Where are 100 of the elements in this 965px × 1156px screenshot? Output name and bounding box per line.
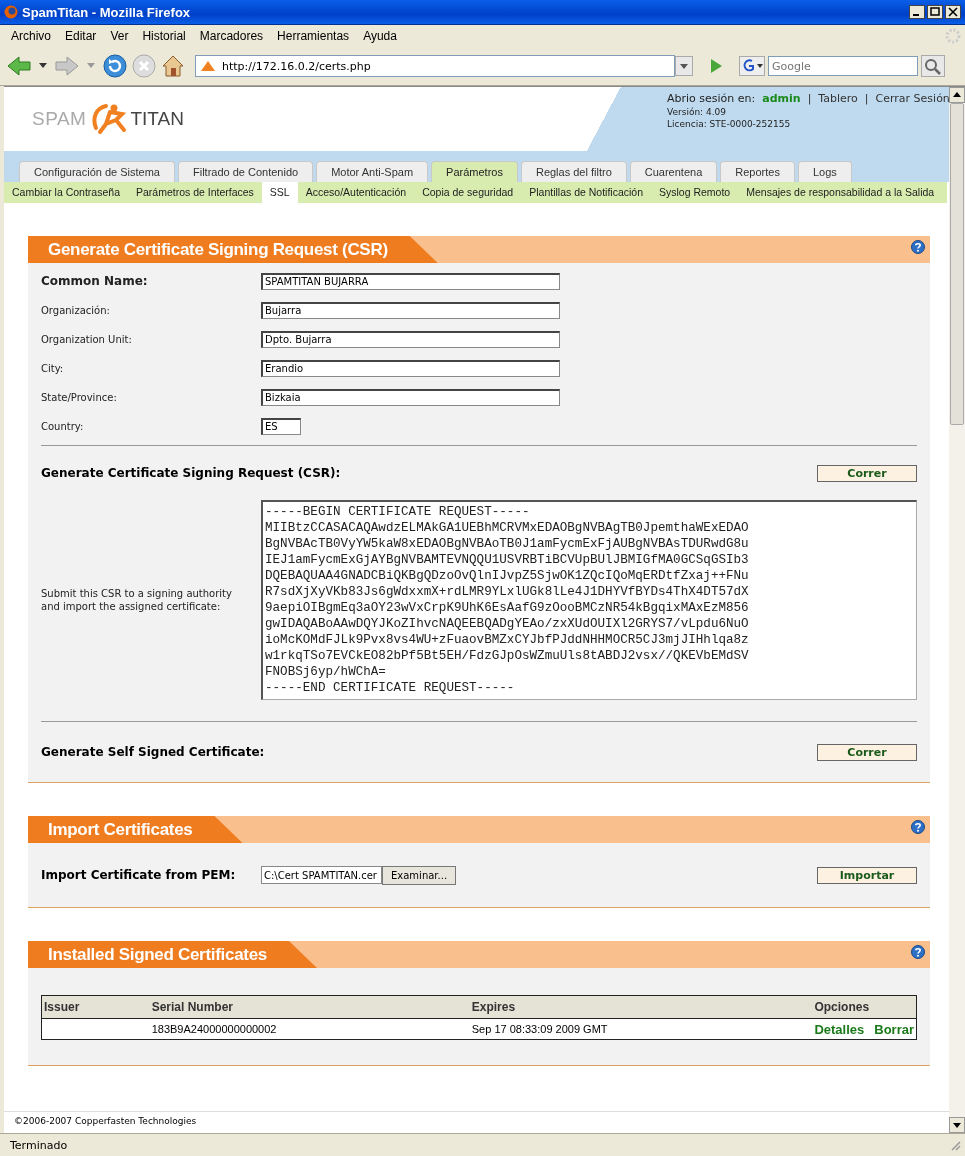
nav-tab[interactable]: Configuración de Sistema: [19, 161, 175, 182]
help-icon[interactable]: [911, 819, 925, 834]
action-link[interactable]: Borrar: [874, 1021, 914, 1037]
nav-tab[interactable]: Cuarentena: [629, 161, 718, 182]
scrollbar[interactable]: [949, 87, 965, 1133]
menu-item[interactable]: Historial: [135, 29, 193, 43]
search-field[interactable]: Google: [768, 56, 918, 76]
nav-tab[interactable]: Motor Anti-Spam: [316, 161, 429, 182]
browse-button[interactable]: Examinar...: [382, 865, 457, 885]
field-label: Common Name:: [41, 274, 149, 288]
close-icon[interactable]: [945, 5, 961, 19]
sub-tab[interactable]: Syslog Remoto: [651, 182, 739, 203]
reload-icon[interactable]: [102, 53, 128, 79]
input-field[interactable]: Bizkaia: [261, 388, 560, 406]
address-bar[interactable]: http://172.16.0.2/certs.php: [195, 55, 675, 77]
search-engine-icon[interactable]: [739, 56, 765, 76]
field-label: State/Province:: [41, 391, 118, 403]
csr-line: ioMcKOMdFJLk9Pvx8vs4WU+zFuaovBMZxCYJbfPJddNHHMOCR5CJ3mjJIHhlqa8z: [265, 632, 750, 648]
csr-line: DQEBAQUAA4GNADCBiQKBgQDzoOvQlnIJvpZ5SjwOK1ZQcIQoMqERDtfZxaj++FNu: [265, 568, 750, 584]
sub-tab[interactable]: Plantillas de Notificación: [521, 182, 651, 203]
browser-logo-icon: [4, 5, 18, 19]
search-icon[interactable]: [921, 55, 945, 77]
header-link[interactable]: Tablero: [818, 92, 858, 105]
csr-line: MIIBtzCCASACAQAwdzELMAkGA1UEBhMCRVMxEDAOBgNVBAgTB0JpemthaWExEDAO: [265, 520, 750, 536]
sub-tab[interactable]: SSL: [261, 182, 298, 203]
menu-item[interactable]: Editar: [58, 29, 104, 43]
menu-item[interactable]: Ver: [103, 29, 136, 43]
header-link[interactable]: Cerrar Sesión: [875, 92, 949, 105]
separator-mark: |: [807, 92, 812, 105]
minimize-icon[interactable]: [909, 5, 925, 19]
file-path-field[interactable]: C:\Cert SPAMTITAN.cer: [261, 866, 382, 884]
sub-tab[interactable]: Copia de seguridad: [414, 182, 522, 203]
action-label: Generate Certificate Signing Request (CSR):: [41, 466, 341, 480]
csr-text-area[interactable]: [261, 500, 917, 700]
help-icon[interactable]: [911, 239, 925, 254]
csr-line: w1rkqTSo7EVCkEO82bPf5Bt5EH/FdzGJpOsWZmuUls8tABDJ2vsx//QKEVbEMdSV: [265, 648, 750, 664]
scroll-down-icon: [949, 1117, 965, 1133]
column-header: Expires: [469, 995, 813, 1019]
version-text: Versión: 4.09: [667, 107, 728, 117]
column-header: Opciones: [812, 995, 917, 1019]
input-field[interactable]: Dpto. Bujarra: [261, 330, 560, 348]
resize-grip-icon: [949, 1139, 961, 1151]
session-label: Abrio sesión en:: [667, 92, 756, 105]
separator-mark: |: [864, 92, 869, 105]
import-button[interactable]: Importar: [817, 866, 917, 884]
column-header: Issuer: [41, 995, 150, 1019]
window-title: SpamTitan - Mozilla Firefox: [22, 4, 192, 20]
csr-line: R7sdXjXyVKb83Js6gWdxxmX+rdLMR9YLxlUGk8lLe4J1DHYVfBYDs4ThX4DT57dX: [265, 584, 750, 600]
column-header: Serial Number: [149, 995, 470, 1019]
back-arrow-icon[interactable]: [6, 54, 32, 78]
nav-tab[interactable]: Parámetros: [431, 161, 518, 182]
scroll-thumb[interactable]: [950, 103, 964, 425]
logo-text: SPAM: [32, 108, 87, 130]
csr-line: BgNVBAcTB0VyYW5kaW8xEDAOBgNVBAoTB0J1amFycmExFjAUBgNVBAsTDURwdG8u: [265, 536, 750, 552]
sub-tab[interactable]: Acceso/Autenticación: [297, 182, 415, 203]
nav-tab[interactable]: Reglas del filtro: [520, 161, 627, 182]
section-title: Installed Signed Certificates: [28, 941, 317, 968]
nav-tab[interactable]: Logs: [797, 161, 852, 182]
dropdown-caret-icon[interactable]: [675, 56, 693, 76]
instruction-text: Submit this CSR to a signing authority and import the assigned certificate:: [41, 587, 233, 613]
csr-line: gwIDAQABoAAwDQYJKoZIhvcNAQEEBQADgYEAo/zxXUdOUIXl2GRYS7/vLpdu6NuO: [265, 616, 750, 632]
input-field[interactable]: SPAMTITAN BUJARRA: [261, 272, 560, 290]
input-field[interactable]: Bujarra: [261, 301, 560, 319]
sub-tab[interactable]: Parámetros de Interfaces: [127, 182, 262, 203]
run-button[interactable]: Correr: [817, 464, 917, 482]
table-cell: 183B9A24000000000002: [149, 1018, 470, 1040]
action-label: Generate Self Signed Certificate:: [41, 745, 265, 759]
maximize-icon[interactable]: [927, 5, 943, 19]
csr-line: -----BEGIN CERTIFICATE REQUEST-----: [265, 504, 531, 520]
site-icon: [200, 59, 216, 73]
menu-item[interactable]: Marcadores: [192, 29, 271, 43]
csr-line: IEJ1amFycmExGjAYBgNVBAMTEVNQQU1USVRBTiBCVUpBUlJBMIGfMA0GCSqGSIb3: [265, 552, 750, 568]
section-title: Generate Certificate Signing Request (CSR): [28, 236, 438, 263]
home-icon[interactable]: [160, 53, 186, 79]
field-label: Import Certificate from PEM:: [41, 868, 237, 882]
license-text: Licencia: STE-0000-252155: [667, 119, 792, 129]
status-text: Terminado: [10, 1138, 69, 1152]
nav-tab[interactable]: Reportes: [720, 161, 795, 182]
logo-text: TITAN: [130, 108, 184, 130]
field-label: Organization Unit:: [41, 333, 133, 345]
csr-line: -----END CERTIFICATE REQUEST-----: [265, 680, 516, 696]
table-cell: Sep 17 08:33:09 2009 GMT: [469, 1018, 813, 1040]
csr-line: 9aepiOIBgmEq3aOY23wVxCrpK9UhK6EsAafG9zOooBMCzNR54kBgqixMAxEzM856: [265, 600, 750, 616]
username: admin: [762, 92, 801, 105]
sub-tab[interactable]: Cambiar la Contraseña: [4, 182, 128, 203]
field-label: Organización:: [41, 304, 111, 316]
input-field[interactable]: ES: [261, 417, 301, 435]
sub-tab[interactable]: Mensajes de responsabilidad a la Salida: [738, 182, 943, 203]
throbber-icon: [945, 28, 961, 44]
menu-item[interactable]: Herramientas: [270, 29, 357, 43]
nav-tab[interactable]: Filtrado de Contenido: [177, 161, 314, 182]
help-icon[interactable]: [911, 944, 925, 959]
run-button[interactable]: Correr: [817, 743, 917, 761]
menu-item[interactable]: Archivo: [4, 29, 58, 43]
input-field[interactable]: Erandio: [261, 359, 560, 377]
scroll-up-icon: [949, 87, 965, 103]
dropdown-caret-icon[interactable]: [39, 63, 47, 69]
action-link[interactable]: Detalles: [814, 1021, 865, 1037]
field-label: Country:: [41, 420, 85, 432]
menu-item[interactable]: Ayuda: [356, 29, 404, 43]
